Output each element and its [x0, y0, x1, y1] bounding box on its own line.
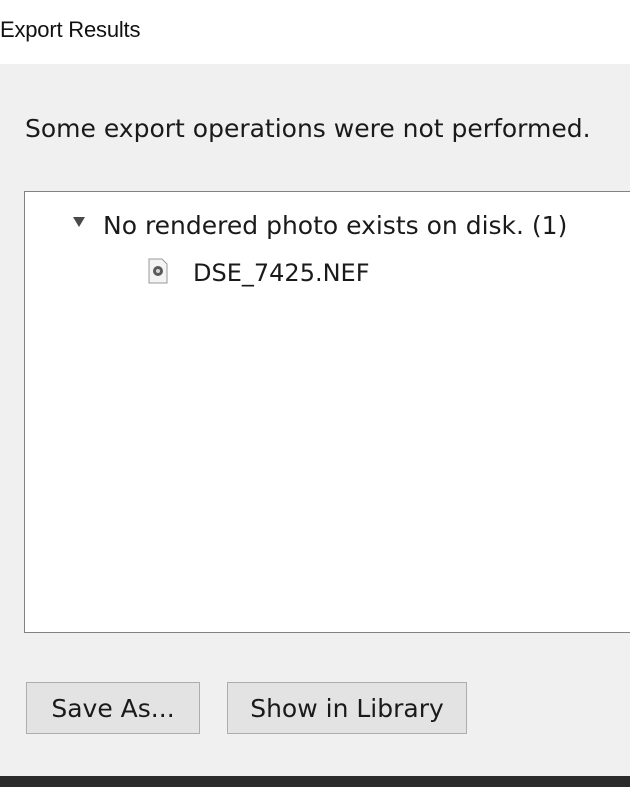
window-title: Export Results [0, 17, 141, 42]
export-results-dialog: Some export operations were not performe… [0, 64, 630, 776]
triangle-down-icon[interactable] [71, 214, 87, 230]
window-bottom-edge [0, 776, 630, 787]
tree-group-no-rendered-photo[interactable]: No rendered photo exists on disk. (1) [71, 208, 567, 242]
tree-group-label: No rendered photo exists on disk. (1) [103, 210, 568, 240]
tree-item-label: DSE_7425.NEF [193, 259, 370, 287]
tree-item[interactable]: DSE_7425.NEF [147, 256, 370, 290]
title-bar: Export Results [0, 0, 630, 64]
status-message: Some export operations were not performe… [25, 114, 591, 143]
results-tree[interactable]: No rendered photo exists on disk. (1) DS… [24, 191, 630, 633]
raw-file-icon [147, 258, 169, 284]
save-as-button[interactable]: Save As... [26, 682, 200, 734]
show-in-library-button[interactable]: Show in Library [227, 682, 467, 734]
